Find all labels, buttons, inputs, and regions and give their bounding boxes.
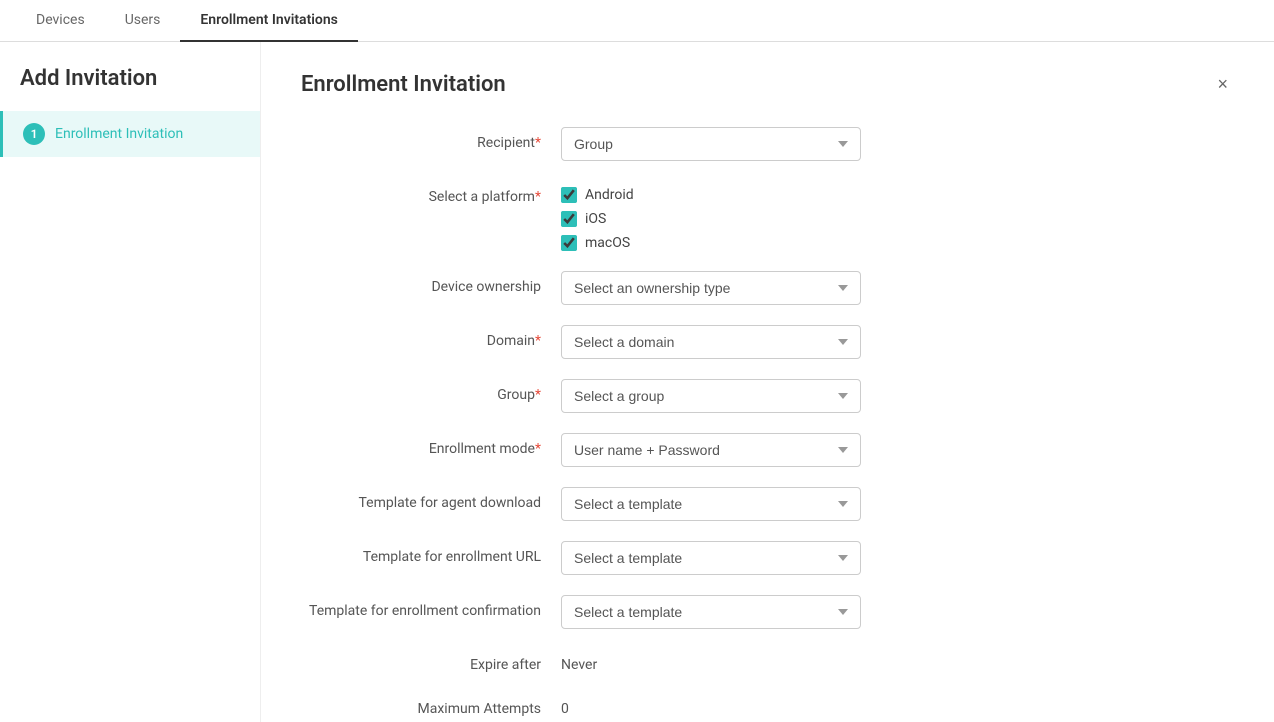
recipient-required: * bbox=[535, 135, 541, 151]
expire-after-label: Expire after bbox=[301, 649, 561, 673]
group-control: Select a group bbox=[561, 379, 861, 413]
expire-after-control: Never bbox=[561, 649, 861, 673]
template-agent-row: Template for agent download Select a tem… bbox=[301, 487, 1234, 521]
platform-row: Select a platform* Android iOS macOS bbox=[301, 181, 1234, 251]
tab-enrollment-invitations[interactable]: Enrollment Invitations bbox=[180, 0, 357, 42]
tab-devices[interactable]: Devices bbox=[16, 0, 105, 42]
android-checkbox-item[interactable]: Android bbox=[561, 187, 861, 203]
sidebar-title: Add Invitation bbox=[0, 42, 260, 111]
template-agent-control: Select a template bbox=[561, 487, 861, 521]
platform-label: Select a platform* bbox=[301, 181, 561, 205]
template-confirmation-row: Template for enrollment confirmation Sel… bbox=[301, 595, 1234, 629]
ios-label: iOS bbox=[585, 211, 606, 227]
domain-row: Domain* Select a domain bbox=[301, 325, 1234, 359]
recipient-select[interactable]: Group User bbox=[561, 127, 861, 161]
sidebar: Add Invitation 1 Enrollment Invitation bbox=[0, 42, 261, 722]
macos-checkbox-item[interactable]: macOS bbox=[561, 235, 861, 251]
enrollment-mode-control: User name + Password Certificate bbox=[561, 433, 861, 467]
maximum-attempts-control: 0 bbox=[561, 693, 861, 717]
macos-label: macOS bbox=[585, 235, 630, 251]
template-confirmation-control: Select a template bbox=[561, 595, 861, 629]
sidebar-item-enrollment-invitation[interactable]: 1 Enrollment Invitation bbox=[0, 111, 260, 157]
group-row: Group* Select a group bbox=[301, 379, 1234, 413]
maximum-attempts-value: 0 bbox=[561, 693, 861, 717]
recipient-label: Recipient* bbox=[301, 127, 561, 151]
template-url-select[interactable]: Select a template bbox=[561, 541, 861, 575]
template-confirmation-select[interactable]: Select a template bbox=[561, 595, 861, 629]
content-header: Enrollment Invitation × bbox=[301, 72, 1234, 97]
android-label: Android bbox=[585, 187, 634, 203]
template-agent-label: Template for agent download bbox=[301, 487, 561, 511]
template-url-row: Template for enrollment URL Select a tem… bbox=[301, 541, 1234, 575]
template-agent-select[interactable]: Select a template bbox=[561, 487, 861, 521]
recipient-control: Group User bbox=[561, 127, 861, 161]
expire-after-value: Never bbox=[561, 649, 861, 673]
domain-label: Domain* bbox=[301, 325, 561, 349]
macos-checkbox[interactable] bbox=[561, 235, 577, 251]
domain-required: * bbox=[535, 333, 541, 349]
maximum-attempts-label: Maximum Attempts bbox=[301, 693, 561, 717]
enrollment-mode-required: * bbox=[535, 441, 541, 457]
template-confirmation-label: Template for enrollment confirmation bbox=[301, 595, 561, 619]
ios-checkbox[interactable] bbox=[561, 211, 577, 227]
sidebar-item-label: Enrollment Invitation bbox=[55, 126, 183, 142]
group-select[interactable]: Select a group bbox=[561, 379, 861, 413]
enrollment-mode-select[interactable]: User name + Password Certificate bbox=[561, 433, 861, 467]
device-ownership-select[interactable]: Select an ownership type Corporate Perso… bbox=[561, 271, 861, 305]
content-area: Enrollment Invitation × Recipient* Group… bbox=[261, 42, 1274, 722]
tab-users[interactable]: Users bbox=[105, 0, 181, 42]
top-navigation: Devices Users Enrollment Invitations bbox=[0, 0, 1274, 42]
recipient-row: Recipient* Group User bbox=[301, 127, 1234, 161]
maximum-attempts-row: Maximum Attempts 0 bbox=[301, 693, 1234, 717]
template-url-label: Template for enrollment URL bbox=[301, 541, 561, 565]
device-ownership-label: Device ownership bbox=[301, 271, 561, 295]
group-label: Group* bbox=[301, 379, 561, 403]
platform-required: * bbox=[535, 189, 541, 205]
platform-control: Android iOS macOS bbox=[561, 181, 861, 251]
expire-after-row: Expire after Never bbox=[301, 649, 1234, 673]
ios-checkbox-item[interactable]: iOS bbox=[561, 211, 861, 227]
main-layout: Add Invitation 1 Enrollment Invitation E… bbox=[0, 42, 1274, 722]
step-number: 1 bbox=[23, 123, 45, 145]
device-ownership-row: Device ownership Select an ownership typ… bbox=[301, 271, 1234, 305]
android-checkbox[interactable] bbox=[561, 187, 577, 203]
template-url-control: Select a template bbox=[561, 541, 861, 575]
page-title: Enrollment Invitation bbox=[301, 72, 506, 97]
group-required: * bbox=[535, 387, 541, 403]
enrollment-mode-row: Enrollment mode* User name + Password Ce… bbox=[301, 433, 1234, 467]
close-button[interactable]: × bbox=[1211, 72, 1234, 97]
enrollment-mode-label: Enrollment mode* bbox=[301, 433, 561, 457]
domain-control: Select a domain bbox=[561, 325, 861, 359]
domain-select[interactable]: Select a domain bbox=[561, 325, 861, 359]
platform-checkboxes: Android iOS macOS bbox=[561, 181, 861, 251]
device-ownership-control: Select an ownership type Corporate Perso… bbox=[561, 271, 861, 305]
